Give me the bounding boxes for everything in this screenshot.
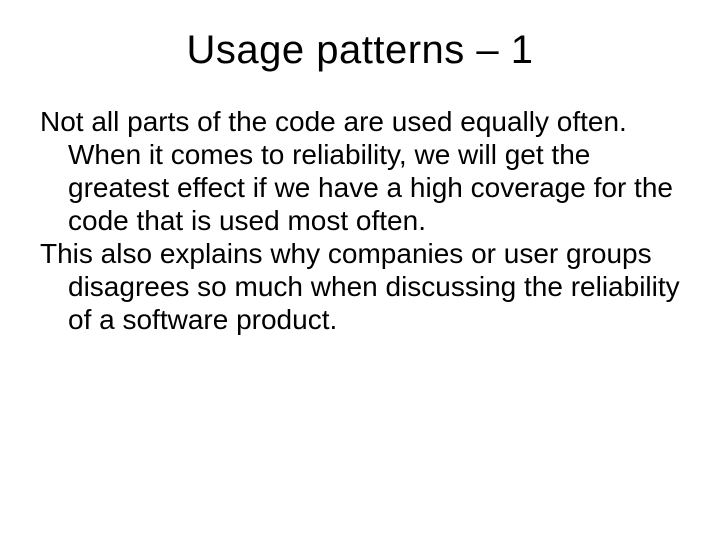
slide-title: Usage patterns – 1 — [40, 28, 680, 73]
body-paragraph: This also explains why companies or user… — [40, 237, 680, 336]
slide-body: Not all parts of the code are used equal… — [40, 105, 680, 336]
body-paragraph: Not all parts of the code are used equal… — [40, 105, 680, 237]
slide: Usage patterns – 1 Not all parts of the … — [0, 0, 720, 540]
